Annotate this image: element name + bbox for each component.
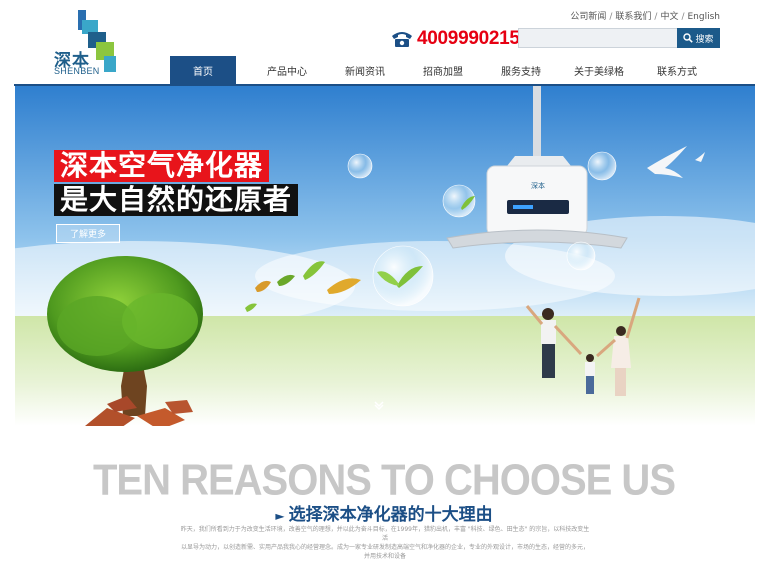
learn-more-button[interactable]: 了解更多 [56, 224, 120, 243]
search-button-label: 搜索 [695, 34, 714, 45]
search-input[interactable] [518, 28, 682, 48]
reasons-description: 昨天，我们所看到力于为改变生活环境，改善空气的理想，并以此为奋斗目标，在1999… [180, 525, 590, 561]
bubble [566, 241, 596, 271]
banner-scene: 深本 [15, 86, 755, 426]
nav-item-contact[interactable]: 联系方式 [638, 56, 716, 84]
telephone-icon [392, 32, 412, 47]
main-nav: 首页 产品中心 新闻资讯 招商加盟 服务支持 关于美绿格 联系方式 [170, 56, 720, 84]
site-header: 深本 SHENBEN 公司新闻 / 联系我们 / 中文 / English 40099902… [0, 0, 768, 84]
arrow-right-icon: ► [275, 509, 285, 523]
slogan-line-1: 深本空气净化器 [54, 150, 270, 182]
purifier-label: 深本 [531, 181, 545, 190]
bubble [347, 153, 373, 179]
hero-banner: 深本 [15, 86, 755, 426]
link-chinese[interactable]: 中文 [660, 12, 678, 22]
phone-number: 4009990215 [417, 28, 520, 49]
nav-item-news[interactable]: 新闻资讯 [326, 56, 404, 84]
search-icon [683, 33, 694, 43]
reasons-title: TEN REASONS TO CHOOSE US [92, 455, 676, 505]
search-button[interactable]: 搜索 [677, 28, 720, 48]
brand-name-en: SHENBEN [54, 66, 100, 76]
nav-item-support[interactable]: 服务支持 [482, 56, 560, 84]
hotline: 4009990215 [390, 28, 520, 50]
reasons-subtitle: ► 选择深本净化器的十大理由 [0, 500, 768, 525]
slogan-line-2: 是大自然的还原者 [54, 184, 299, 216]
nav-item-products[interactable]: 产品中心 [248, 56, 326, 84]
reasons-text-line: 昨天，我们所看到力于为改变生活环境，改善空气的理想，并以此为奋斗目标，在1999… [180, 526, 590, 542]
reasons-text-line: 以显导为动力，以创造新需、实用产品我我心的经营理念。成为一家专业研发制造高端空气… [180, 544, 589, 560]
nav-item-about[interactable]: 关于美绿格 [560, 56, 638, 84]
chevron-down-icon[interactable] [372, 398, 386, 412]
link-english[interactable]: English [688, 12, 721, 22]
nav-item-franchise[interactable]: 招商加盟 [404, 56, 482, 84]
link-company-news[interactable]: 公司新闻 [570, 12, 606, 22]
nav-item-home[interactable]: 首页 [170, 56, 236, 84]
reasons-subtitle-text: 选择深本净化器的十大理由 [288, 505, 493, 525]
bubble [587, 151, 617, 181]
link-contact-us[interactable]: 联系我们 [615, 12, 651, 22]
top-links: 公司新闻 / 联系我们 / 中文 / English [570, 12, 721, 22]
